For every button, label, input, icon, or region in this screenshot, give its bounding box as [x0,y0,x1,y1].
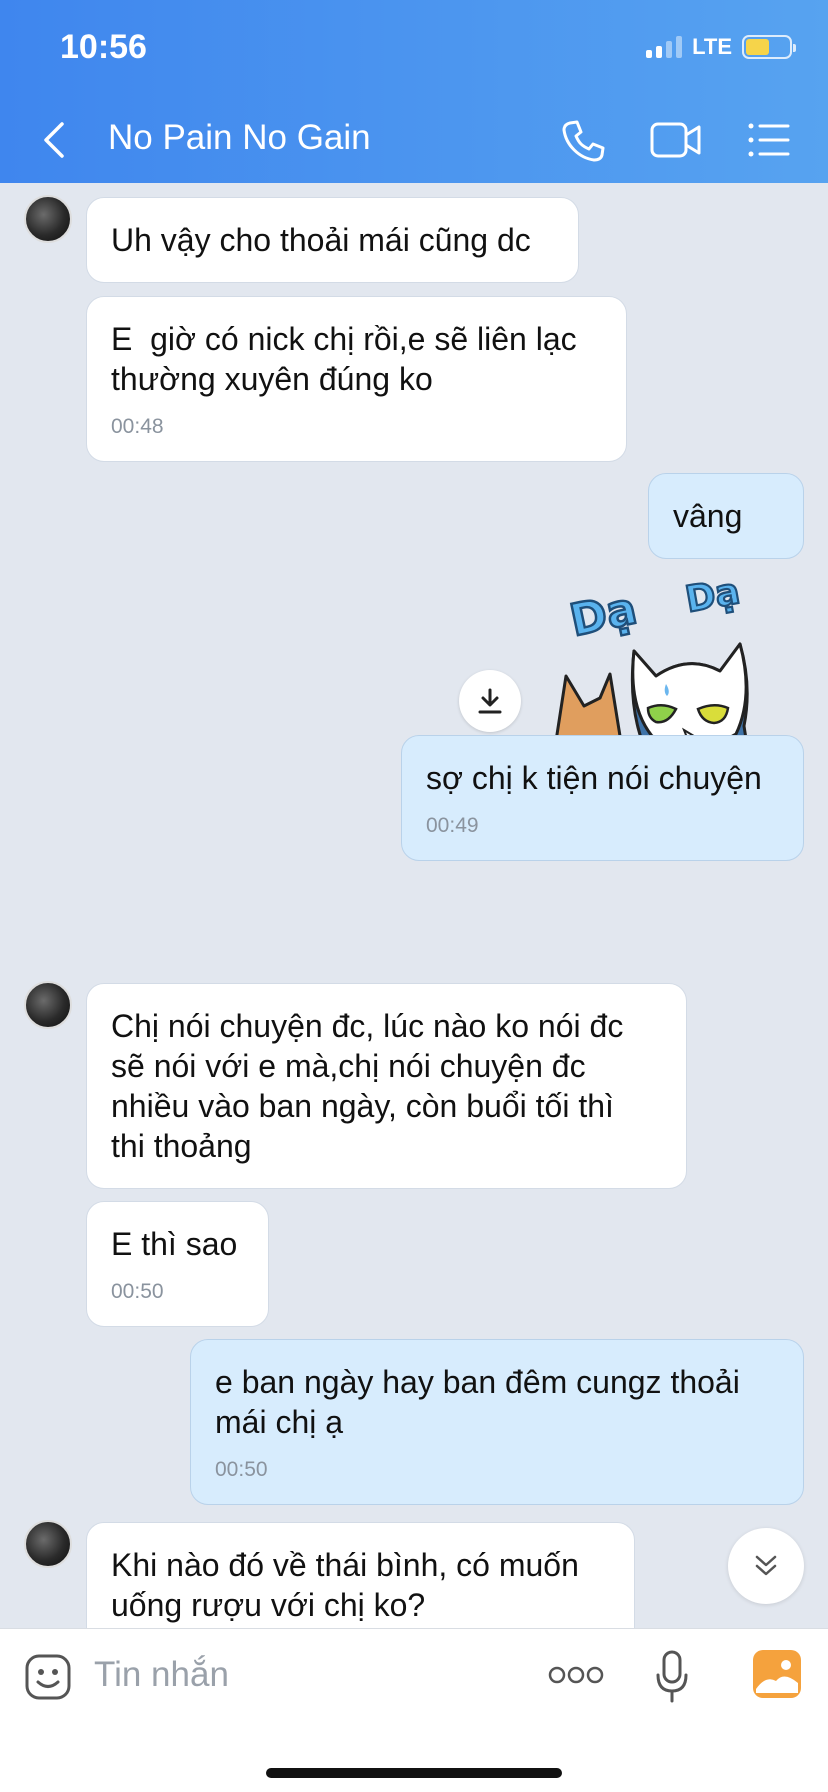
avatar[interactable] [24,1520,72,1568]
avatar[interactable] [24,195,72,243]
message-text: Uh vậy cho thoải mái cũng dc [111,222,531,258]
image-icon[interactable] [752,1649,802,1699]
message-text: e ban ngày hay ban đêm cungz thoải mái c… [215,1364,740,1440]
message-bubble[interactable]: Chị nói chuyện đc, lúc nào ko nói đc sẽ … [86,983,687,1189]
signal-icon [646,36,683,58]
phone-icon[interactable] [560,118,606,164]
message-input[interactable]: Tin nhắn [94,1655,229,1695]
message-text: Khi nào đó về thái bình, có muốn uống rư… [111,1547,579,1623]
message-bubble[interactable]: Uh vậy cho thoải mái cũng dc [86,197,579,283]
message-time: 00:49 [426,814,479,837]
message-text: E giờ có nick chị rồi,e sẽ liên lạc thườ… [111,321,577,397]
conversation-title[interactable]: No Pain No Gain [108,118,371,158]
status-time: 10:56 [60,28,147,66]
message-bubble[interactable]: e ban ngày hay ban đêm cungz thoải mái c… [190,1339,804,1505]
double-chevron-down-icon [755,1555,777,1576]
home-indicator [266,1768,562,1778]
chat-header: 10:56 LTE No Pain No Gain [0,0,828,183]
sticker-text: Dạ [682,576,742,621]
network-label: LTE [692,34,732,59]
message-time: 00:50 [111,1280,164,1303]
download-button[interactable] [459,670,521,732]
message-bubble[interactable]: vâng [648,473,804,559]
status-indicators: LTE [646,34,796,60]
message-text: vâng [673,498,743,534]
message-bubble[interactable]: E giờ có nick chị rồi,e sẽ liên lạc thườ… [86,296,627,462]
more-dots-icon[interactable] [548,1663,604,1687]
message-text: sợ chị k tiện nói chuyện [426,760,762,796]
message-text: Chị nói chuyện đc, lúc nào ko nói đc sẽ … [111,1008,624,1164]
list-icon[interactable] [746,118,790,162]
scroll-to-bottom-button[interactable] [728,1528,804,1604]
download-icon [478,688,502,714]
message-time: 00:48 [111,415,164,438]
emoji-icon[interactable] [24,1653,72,1701]
battery-icon [742,35,796,59]
message-list[interactable]: Uh vậy cho thoải mái cũng dc E giờ có ni… [0,183,828,1628]
video-camera-icon[interactable] [650,118,702,162]
message-time: 00:50 [215,1458,268,1481]
message-input-bar: Tin nhắn [0,1628,828,1792]
message-bubble[interactable]: Khi nào đó về thái bình, có muốn uống rư… [86,1522,635,1628]
message-text: E thì sao [111,1226,238,1262]
chevron-left-icon[interactable] [40,118,68,162]
microphone-icon[interactable] [654,1649,690,1705]
message-bubble[interactable]: E thì sao 00:50 [86,1201,269,1327]
message-bubble[interactable]: sợ chị k tiện nói chuyện 00:49 [401,735,804,861]
avatar[interactable] [24,981,72,1029]
sticker-text: Dạ [566,583,641,647]
